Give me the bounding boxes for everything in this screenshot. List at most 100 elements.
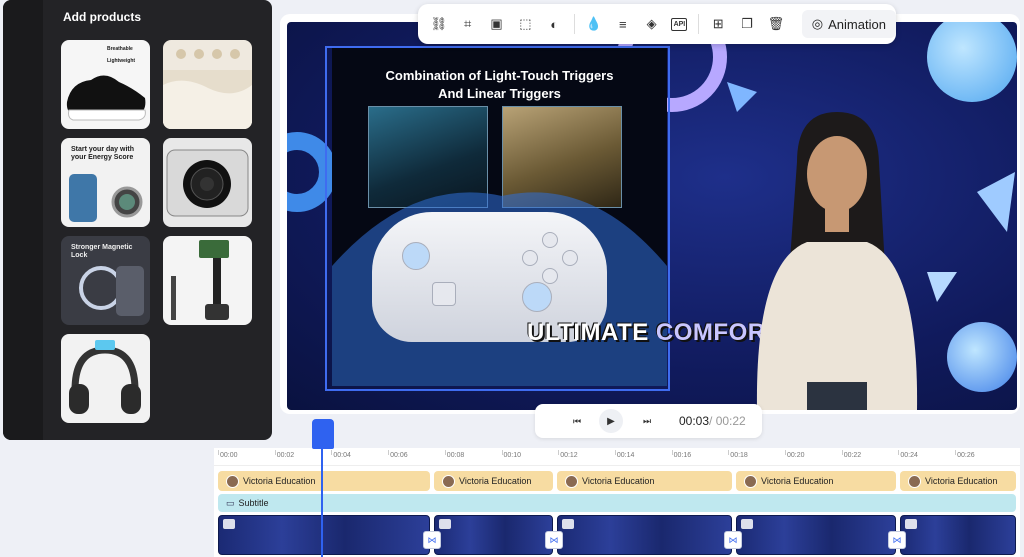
video-clip[interactable] (218, 515, 430, 555)
voice-clip[interactable]: Victoria Education (218, 471, 430, 491)
ruler-tick-label: 00:06 (390, 452, 408, 459)
subtitle-icon: ▭ (226, 497, 235, 508)
transparency-icon[interactable]: ⬚ (516, 15, 534, 33)
magsafe-product-image (79, 266, 144, 316)
ruler-tick-mark (898, 450, 900, 455)
skip-back-icon[interactable]: ⏮ (565, 409, 589, 433)
ruler-tick-mark (274, 450, 276, 455)
voice-clip-label: Victoria Education (582, 476, 655, 486)
link-icon[interactable]: ⛓ (430, 15, 448, 33)
playback-controls: ⏮ ▶ ⏭ 00:03/ 00:22 (535, 404, 762, 438)
dpad (432, 282, 456, 306)
current-time: 00:03 (679, 414, 710, 428)
ruler-tick-mark (388, 450, 390, 455)
timeline-ruler[interactable]: 00:00 00:02 00:04 00:06 00:08 00:10 00:12 00:14… (214, 448, 1020, 466)
delete-icon[interactable]: 🗑 (767, 15, 785, 33)
contrast-icon[interactable]: ◐ (545, 15, 563, 33)
playhead-handle[interactable] (312, 419, 334, 449)
ruler-tick-label: 00:20 (787, 452, 805, 459)
video-clip[interactable] (434, 515, 553, 555)
product-card-camera[interactable] (163, 138, 252, 227)
video-clip[interactable] (900, 515, 1016, 555)
camera-product-image (166, 149, 249, 217)
ruler-tick-mark (614, 450, 616, 455)
ruler-tick-label: 00:26 (957, 452, 975, 459)
transition-icon[interactable]: ⋈ (423, 531, 441, 549)
voice-clip[interactable]: Victoria Education (736, 471, 896, 491)
toolbar-divider (698, 14, 700, 34)
clip-badge-icon (439, 519, 451, 529)
voice-clip[interactable]: Victoria Education (557, 471, 732, 491)
voice-clip-label: Victoria Education (243, 476, 316, 486)
align-icon[interactable]: ≡ (614, 15, 632, 33)
product-card-headphones[interactable] (61, 334, 150, 423)
subtitle-track[interactable]: ▭ Subtitle (218, 494, 1016, 512)
voice-clip-label: Victoria Education (925, 476, 998, 486)
product-card-bedding[interactable] (163, 40, 252, 129)
transition-icon[interactable]: ⋈ (724, 531, 742, 549)
ruler-tick-label: 00:18 (730, 452, 748, 459)
ruler-tick-mark (558, 450, 560, 455)
left-stick (402, 242, 430, 270)
voice-clip[interactable]: Victoria Education (434, 471, 553, 491)
product-card-smartwatch[interactable]: Start your day with your Energy Score (61, 138, 150, 227)
ruler-tick-mark (444, 450, 446, 455)
toolbar-divider (574, 14, 576, 34)
presenter-avatar (756, 112, 918, 410)
ruler-tick-label: 00:22 (843, 452, 862, 459)
smartwatch-product-image (69, 174, 143, 222)
animation-button[interactable]: ◎ Animation (801, 10, 896, 38)
transition-icon[interactable]: ⋈ (545, 531, 563, 549)
add-copy-icon[interactable]: ⊞ (709, 15, 727, 33)
gimbal-product-image (171, 240, 229, 320)
ruler-tick-label: 00:12 (560, 452, 578, 459)
ruler-tick-mark (841, 450, 843, 455)
avatar (565, 474, 578, 488)
api-icon[interactable]: API (671, 17, 688, 31)
caption-word-1: ULTIMATE (527, 319, 649, 346)
time-display: 00:03/ 00:22 (679, 414, 746, 428)
right-stick (522, 282, 552, 312)
voice-clip-label: Victoria Education (459, 476, 532, 486)
product-card-sneaker[interactable]: Breathable Lightweight (61, 40, 150, 129)
ruler-tick-label: 00:02 (276, 452, 295, 459)
voice-clip[interactable]: Victoria Education (900, 471, 1016, 491)
ruler-tick-mark (728, 450, 730, 455)
transition-icon[interactable]: ⋈ (888, 531, 906, 549)
product-card-gimbal[interactable] (163, 236, 252, 325)
avatar (442, 474, 455, 488)
products-grid: Breathable Lightweight Start your day wi… (61, 40, 252, 423)
sneaker-product-image (66, 75, 146, 121)
product-card-magnetic-lock[interactable]: Stronger Magnetic Lock (61, 236, 150, 325)
products-panel: Add products Breathable Lightweight Star… (3, 0, 272, 440)
ruler-tick-mark (501, 450, 503, 455)
face-button (542, 268, 558, 284)
products-panel-title: Add products (63, 10, 141, 24)
ruler-tick-label: 00:16 (673, 452, 692, 459)
clip-badge-icon (562, 519, 574, 529)
canvas-toolbar: ⛓ ⌗ ▣ ⬚ ◐ 💧 ≡ ◈ API ⊞ ❐ 🗑 ◎ Animation (418, 4, 896, 44)
image-icon[interactable]: ▣ (488, 15, 506, 33)
layers-icon[interactable]: ◈ (643, 15, 661, 33)
play-icon[interactable]: ▶ (599, 409, 623, 433)
skip-forward-icon[interactable]: ⏭ (635, 409, 659, 433)
subtitle-track-label: Subtitle (238, 498, 269, 508)
ruler-tick-mark (785, 450, 786, 455)
bedding-product-image (163, 49, 252, 129)
video-canvas[interactable]: Combination of Light-Touch Triggers And … (287, 22, 1017, 410)
ruler-tick-label: 00:10 (503, 452, 522, 459)
video-clip[interactable] (736, 515, 896, 555)
avatar (908, 474, 921, 488)
crop-icon[interactable]: ⌗ (459, 15, 477, 33)
face-button (542, 232, 558, 248)
playhead-line[interactable] (321, 440, 323, 557)
ruler-tick-mark (671, 450, 673, 455)
ruler-tick-label: 00:04 (333, 452, 351, 459)
color-drop-icon[interactable]: 💧 (585, 15, 603, 33)
avatar (744, 474, 757, 488)
animation-label: Animation (828, 16, 886, 32)
editor-root: Add products Breathable Lightweight Star… (0, 0, 1024, 557)
duplicate-icon[interactable]: ❐ (738, 15, 756, 33)
ruler-tick-label: 00:14 (616, 452, 635, 459)
video-clip[interactable] (557, 515, 732, 555)
